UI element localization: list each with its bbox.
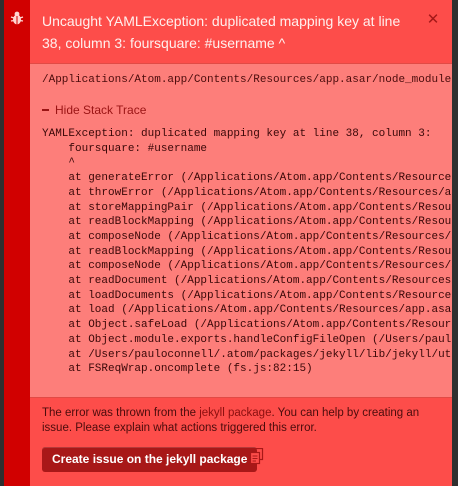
stack-trace-line: at readBlockMapping (/Applications/Atom.… <box>68 216 452 229</box>
stack-trace-line: foursquare: #username <box>68 142 208 155</box>
stack-trace-line: at load (/Applications/Atom.app/Contents… <box>68 304 452 317</box>
notification-side-bar <box>4 0 30 486</box>
stack-trace-line: at FSReqWrap.oncomplete (fs.js:82:15) <box>68 363 313 376</box>
stack-trace-line: at readBlockMapping (/Applications/Atom.… <box>68 245 452 258</box>
stack-trace-line: ^ <box>68 157 76 170</box>
error-detail: /Applications/Atom.app/Contents/Resource… <box>30 64 452 397</box>
error-explanation: The error was thrown from the jekyll pac… <box>42 406 437 436</box>
stack-trace: YAMLException: duplicated mapping key at… <box>42 127 452 377</box>
stack-trace-line: at loadDocuments (/Applications/Atom.app… <box>68 289 452 302</box>
create-issue-button[interactable]: Create issue on the jekyll package <box>42 447 258 472</box>
error-notification: Uncaught YAMLException: duplicated mappi… <box>4 0 452 486</box>
stack-trace-line: YAMLException: duplicated mapping key at… <box>42 128 432 140</box>
package-link[interactable]: jekyll package <box>199 407 271 419</box>
explanation-text-start: The error was thrown from the <box>42 407 200 419</box>
error-title: Uncaught YAMLException: duplicated mappi… <box>42 13 401 51</box>
toggle-label: Hide Stack Trace <box>55 103 147 117</box>
stack-trace-line: at Object.safeLoad (/Applications/Atom.a… <box>68 319 452 332</box>
notification-footer: The error was thrown from the jekyll pac… <box>30 397 452 486</box>
stack-trace-line: at composeNode (/Applications/Atom.app/C… <box>68 260 452 273</box>
bug-icon <box>10 11 24 25</box>
close-icon[interactable]: ✕ <box>426 12 440 27</box>
stack-trace-line: at throwError (/Applications/Atom.app/Co… <box>68 186 452 199</box>
notification-header: Uncaught YAMLException: duplicated mappi… <box>30 0 452 64</box>
notification-content: Uncaught YAMLException: duplicated mappi… <box>30 0 452 486</box>
editor-scrollbar <box>452 0 458 486</box>
minus-icon <box>42 108 49 111</box>
error-path: /Applications/Atom.app/Contents/Resource… <box>42 74 452 86</box>
stack-trace-line: at composeNode (/Applications/Atom.app/C… <box>68 230 452 243</box>
stack-trace-line: at readDocument (/Applications/Atom.app/… <box>68 275 452 288</box>
copy-icon[interactable] <box>250 448 264 465</box>
stack-trace-line: at /Users/pauloconnell/.atom/packages/je… <box>68 348 452 361</box>
hide-stack-trace-toggle[interactable]: Hide Stack Trace <box>42 103 146 117</box>
stack-trace-line: at Object.module.exports.handleConfigFil… <box>68 333 452 346</box>
stack-trace-line: at generateError (/Applications/Atom.app… <box>68 172 452 185</box>
stack-trace-line: at storeMappingPair (/Applications/Atom.… <box>68 201 452 214</box>
